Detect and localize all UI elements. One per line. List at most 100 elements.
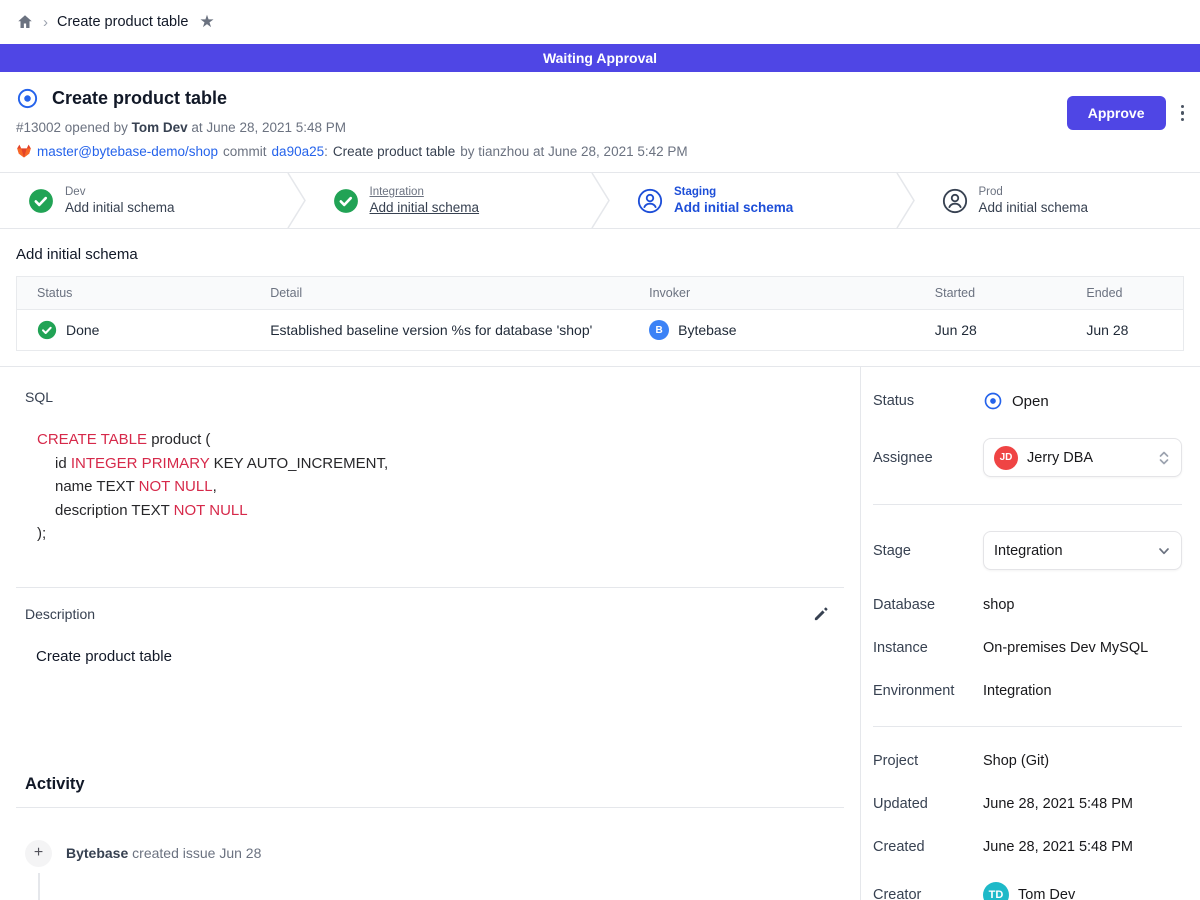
- breadcrumb-title[interactable]: Create product table: [57, 14, 188, 30]
- stage-env-label: Integration: [370, 186, 480, 198]
- open-status-icon: [16, 87, 39, 110]
- status-banner-text: Waiting Approval: [543, 50, 657, 66]
- task-detail: Established baseline version %s for data…: [250, 310, 629, 350]
- task-table-header: Status Detail Invoker Started Ended: [17, 277, 1183, 310]
- list-item: + Bytebase created issue Jun 28: [25, 840, 844, 867]
- column-header-invoker: Invoker: [629, 277, 915, 309]
- divider: [16, 587, 844, 588]
- status-banner: Waiting Approval: [0, 44, 1200, 72]
- creator-value[interactable]: Tom Dev: [1018, 887, 1075, 900]
- updated-row: Updated June 28, 2021 5:48 PM: [873, 796, 1182, 812]
- updated-label: Updated: [873, 796, 983, 812]
- activity-action: created issue Jun 28: [132, 845, 261, 861]
- stage-env-label: Dev: [65, 186, 175, 198]
- breadcrumb-separator-icon: ›: [43, 14, 48, 31]
- breadcrumb: › Create product table ★: [0, 0, 1200, 44]
- star-icon[interactable]: ★: [199, 12, 214, 32]
- gitlab-icon: [16, 143, 32, 159]
- stage-task-label: Add initial schema: [65, 200, 175, 215]
- done-check-icon: [37, 320, 57, 340]
- divider: [873, 504, 1182, 505]
- table-row[interactable]: Done Established baseline version %s for…: [17, 310, 1183, 350]
- pipeline: Dev Add initial schema Integration Add i…: [0, 172, 1200, 229]
- kebab-menu-icon[interactable]: [1179, 101, 1187, 126]
- assignee-row: Assignee JD Jerry DBA: [873, 438, 1182, 477]
- issue-number: #13002 opened by: [16, 120, 128, 135]
- database-value[interactable]: shop: [983, 597, 1014, 613]
- done-check-icon: [333, 188, 359, 214]
- stage-integration[interactable]: Integration Add initial schema: [307, 173, 592, 228]
- description-text: Create product table: [36, 648, 844, 665]
- commit-branch-link[interactable]: master@bytebase-demo/shop: [37, 144, 218, 159]
- project-value[interactable]: Shop (Git): [983, 753, 1049, 769]
- sql-code-block: CREATE TABLE product (id INTEGER PRIMARY…: [37, 428, 844, 546]
- divider: [16, 807, 844, 808]
- issue-author: Tom Dev: [132, 120, 188, 135]
- commit-line: master@bytebase-demo/shop commit da90a25…: [16, 143, 1184, 159]
- stage-label: Stage: [873, 543, 983, 559]
- task-started: Jun 28: [915, 310, 1067, 350]
- stage-task-label: Add initial schema: [674, 200, 793, 215]
- status-row: Status Open: [873, 391, 1182, 411]
- done-check-icon: [28, 188, 54, 214]
- issue-detail-panel: SQL CREATE TABLE product (id INTEGER PRI…: [0, 367, 860, 900]
- assignee-value: Jerry DBA: [1027, 450, 1093, 466]
- project-row: Project Shop (Git): [873, 753, 1182, 769]
- stage-row: Stage Integration: [873, 531, 1182, 570]
- assignee-label: Assignee: [873, 450, 983, 466]
- home-icon[interactable]: [16, 13, 34, 31]
- task-section: Add initial schema Status Detail Invoker…: [0, 229, 1200, 351]
- divider: [873, 726, 1182, 727]
- stage-dev[interactable]: Dev Add initial schema: [0, 173, 287, 228]
- stage-separator-icon: [896, 173, 916, 228]
- description-label: Description: [25, 606, 95, 622]
- plus-icon: +: [25, 840, 52, 867]
- updated-value: June 28, 2021 5:48 PM: [983, 796, 1133, 812]
- stage-select[interactable]: Integration: [983, 531, 1182, 570]
- creator-row: Creator TD Tom Dev: [873, 882, 1182, 900]
- column-header-detail: Detail: [250, 277, 629, 309]
- commit-hash-link[interactable]: da90a25: [272, 144, 325, 159]
- assignee-select[interactable]: JD Jerry DBA: [983, 438, 1182, 477]
- commit-word: commit: [223, 144, 267, 159]
- stage-env-label: Prod: [979, 186, 1089, 198]
- issue-sidebar: Status Open Assignee JD Jerry DBA Stage: [860, 367, 1200, 900]
- stage-staging[interactable]: Staging Add initial schema: [611, 173, 896, 228]
- approve-button[interactable]: Approve: [1067, 96, 1166, 130]
- timeline-connector: [38, 873, 40, 900]
- commit-byline: by tianzhou at June 28, 2021 5:42 PM: [460, 144, 687, 159]
- page-title: Create product table: [52, 88, 227, 109]
- sql-section-label: SQL: [25, 389, 844, 405]
- updown-icon: [1157, 450, 1171, 466]
- stage-separator-icon: [591, 173, 611, 228]
- database-label: Database: [873, 597, 983, 613]
- creator-avatar: TD: [983, 882, 1009, 900]
- assignee-avatar: JD: [994, 446, 1018, 470]
- created-label: Created: [873, 839, 983, 855]
- instance-row: Instance On-premises Dev MySQL: [873, 640, 1182, 656]
- stage-env-label: Staging: [674, 186, 793, 198]
- issue-header: Create product table #13002 opened by To…: [0, 72, 1200, 172]
- column-header-status: Status: [17, 277, 250, 309]
- creator-label: Creator: [873, 887, 983, 900]
- status-label: Status: [873, 393, 983, 409]
- created-value: June 28, 2021 5:48 PM: [983, 839, 1133, 855]
- edit-pencil-icon[interactable]: [812, 605, 830, 623]
- open-status-icon: [983, 391, 1003, 411]
- pending-person-icon: [942, 188, 968, 214]
- stage-value: Integration: [994, 543, 1063, 559]
- task-invoker: Bytebase: [678, 322, 736, 338]
- issue-open-time: at June 28, 2021 5:48 PM: [191, 120, 346, 135]
- environment-label: Environment: [873, 683, 983, 699]
- task-status: Done: [66, 322, 99, 338]
- column-header-ended: Ended: [1066, 277, 1188, 309]
- stage-prod[interactable]: Prod Add initial schema: [916, 173, 1200, 228]
- instance-value[interactable]: On-premises Dev MySQL: [983, 640, 1148, 656]
- instance-label: Instance: [873, 640, 983, 656]
- invoker-avatar: B: [649, 320, 669, 340]
- environment-value[interactable]: Integration: [983, 683, 1052, 699]
- task-heading: Add initial schema: [16, 246, 1184, 263]
- activity-actor: Bytebase: [66, 845, 128, 861]
- activity-heading: Activity: [25, 775, 844, 794]
- created-row: Created June 28, 2021 5:48 PM: [873, 839, 1182, 855]
